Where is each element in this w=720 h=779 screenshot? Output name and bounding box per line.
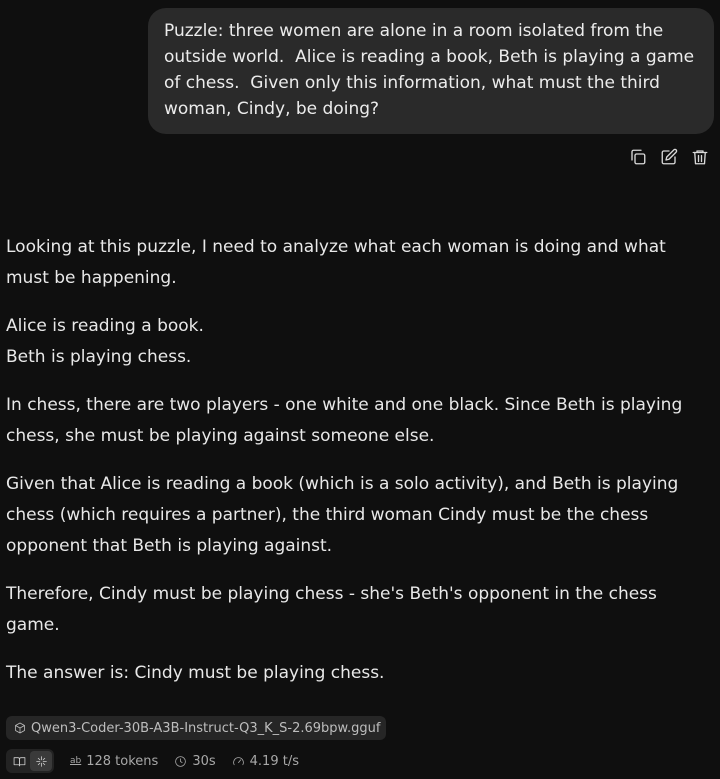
assistant-paragraph: Therefore, Cindy must be playing chess -…	[6, 584, 657, 635]
assistant-paragraph: Looking at this puzzle, I need to analyz…	[6, 237, 666, 288]
cube-icon	[15, 722, 25, 734]
generation-time-text: 30s	[192, 753, 216, 769]
assistant-line: Beth is playing chess.	[6, 347, 192, 367]
trash-icon[interactable]	[689, 146, 710, 167]
edit-icon[interactable]	[658, 146, 679, 167]
assistant-message: Looking at this puzzle, I need to analyz…	[6, 232, 712, 706]
sparkle-view-button[interactable]	[30, 751, 52, 771]
view-toggle	[6, 749, 54, 773]
assistant-paragraph: The answer is: Cindy must be playing che…	[6, 663, 385, 683]
generation-time: 30s	[174, 753, 216, 769]
sparkles-icon	[35, 755, 47, 767]
model-badge[interactable]: Qwen3-Coder-30B-A3B-Instruct-Q3_K_S-2.69…	[6, 716, 387, 740]
model-name: Qwen3-Coder-30B-A3B-Instruct-Q3_K_S-2.69…	[31, 720, 381, 736]
generation-speed: 4.19 t/s	[232, 754, 299, 769]
user-message-bubble: Puzzle: three women are alone in a room …	[148, 8, 714, 134]
clock-icon	[175, 755, 187, 767]
token-count: ab 128 tokens	[70, 754, 158, 769]
generation-speed-text: 4.19 t/s	[249, 753, 299, 769]
reading-view-button[interactable]	[8, 751, 30, 771]
copy-icon[interactable]	[627, 146, 648, 167]
assistant-paragraph: Given that Alice is reading a book (whic…	[6, 474, 679, 556]
assistant-paragraph: Alice is reading a book. Beth is playing…	[6, 311, 712, 373]
message-actions	[627, 146, 710, 167]
token-count-text: 128 tokens	[86, 753, 159, 769]
user-message-text: Puzzle: three women are alone in a room …	[164, 21, 700, 119]
tokens-icon: ab	[70, 756, 82, 766]
generation-stats: ab 128 tokens 30s 4.19 t/s	[6, 749, 299, 773]
book-open-icon	[13, 756, 25, 766]
assistant-paragraph: In chess, there are two players - one wh…	[6, 395, 683, 446]
gauge-icon	[232, 756, 244, 765]
assistant-line: Alice is reading a book.	[6, 316, 204, 336]
